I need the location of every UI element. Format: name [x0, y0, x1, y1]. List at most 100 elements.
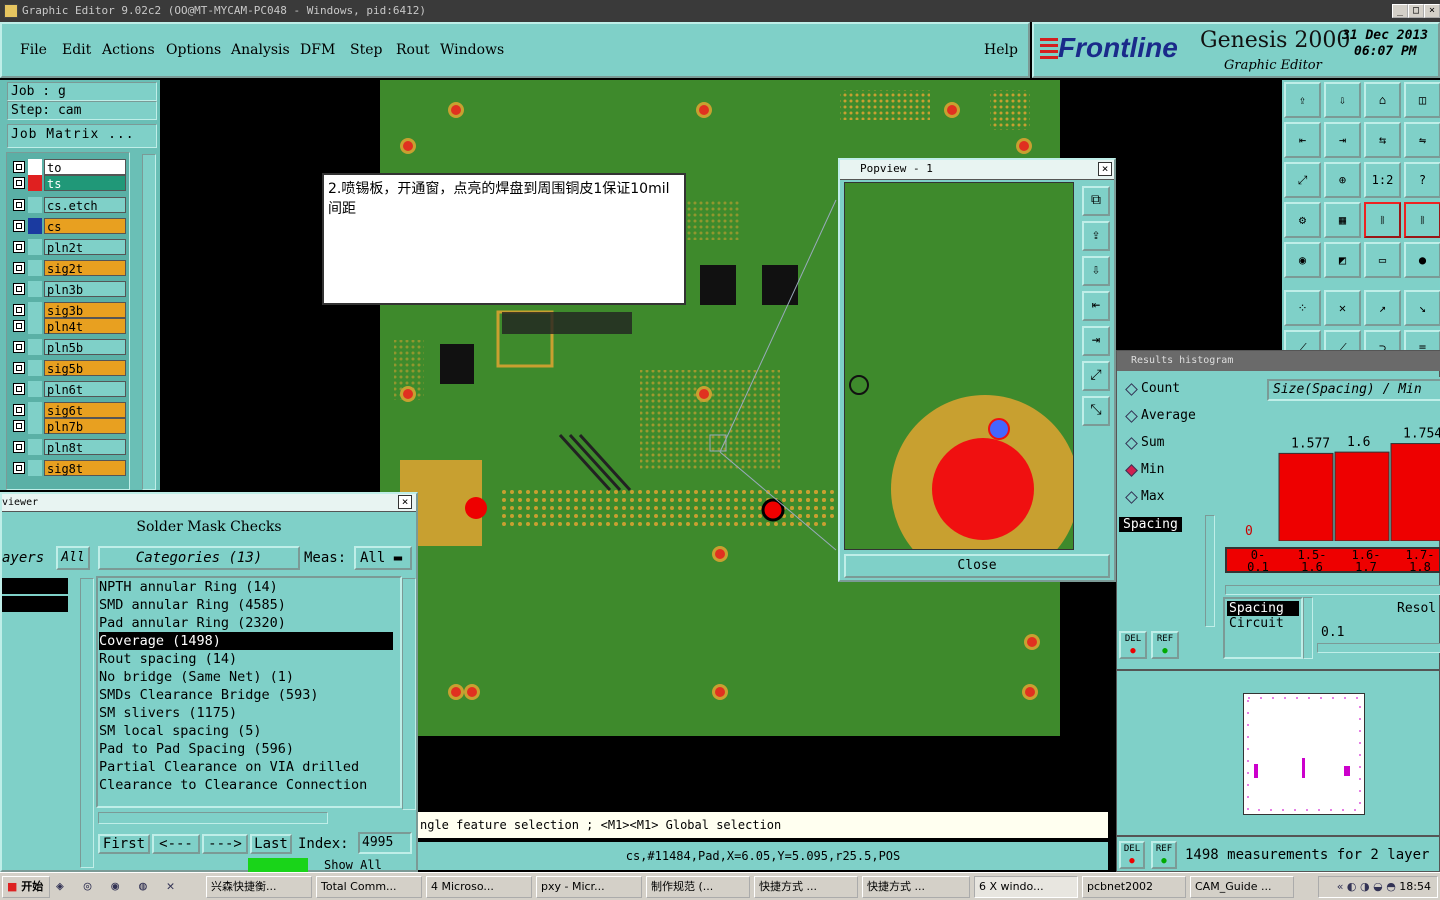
tool-9-icon[interactable]: ⤢	[1284, 162, 1321, 198]
popview-tool-2-icon[interactable]: ⇪	[1082, 221, 1110, 251]
popview-zoom-view[interactable]	[844, 182, 1074, 550]
layer-color-swatch[interactable]	[28, 339, 42, 355]
histogram-hscroll[interactable]	[1225, 585, 1440, 595]
next-button[interactable]: --->	[202, 834, 248, 854]
type-scrollbar[interactable]	[1303, 597, 1313, 659]
layer-row-sig8t[interactable]: sig8t	[10, 459, 128, 477]
meas-select[interactable]: All ▬	[354, 546, 412, 570]
taskbar-item[interactable]: pxy - Micr...	[536, 876, 642, 898]
popview-tool-3-icon[interactable]: ⇩	[1082, 256, 1110, 286]
taskbar-item[interactable]: 制作规范 (...	[646, 876, 750, 898]
category-item[interactable]: Pad annular Ring (2320)	[99, 614, 399, 632]
layer-color-swatch[interactable]	[28, 197, 42, 213]
menu-edit[interactable]: Edit	[62, 42, 91, 58]
layer-row-pln8t[interactable]: pln8t	[10, 438, 128, 456]
layer-color-swatch[interactable]	[28, 381, 42, 397]
layer-row-pln6t[interactable]: pln6t	[10, 380, 128, 398]
layer-name[interactable]: sig5b	[44, 360, 126, 376]
layer-name[interactable]: to	[44, 159, 126, 175]
del-button[interactable]: DEL ●	[1119, 631, 1147, 659]
tool-8-icon[interactable]: ⇋	[1404, 122, 1440, 158]
category-item[interactable]: No bridge (Same Net) (1)	[99, 668, 399, 686]
tool-11-icon[interactable]: 1:2	[1364, 162, 1401, 198]
layer-color-swatch[interactable]	[28, 159, 42, 175]
layer-row-pln7b[interactable]: pln7b	[10, 417, 128, 435]
layer-checkbox[interactable]	[13, 161, 25, 173]
category-item[interactable]: Clearance to Clearance Connection	[99, 776, 399, 794]
layer-color-swatch[interactable]	[28, 460, 42, 476]
layer-color-swatch[interactable]	[28, 402, 42, 418]
category-item[interactable]: Rout spacing (14)	[99, 650, 399, 668]
layer-row-pln4t[interactable]: pln4t	[10, 317, 128, 335]
tool-14-icon[interactable]: ▦	[1324, 202, 1361, 238]
tool-15-icon[interactable]: ⧚	[1364, 202, 1401, 238]
tool-6-icon[interactable]: ⇥	[1324, 122, 1361, 158]
measure-ref-button[interactable]: REF ●	[1151, 841, 1177, 869]
menu-step[interactable]: Step	[350, 42, 382, 58]
layer-row-selected[interactable]	[2, 596, 68, 612]
layer-row-selected[interactable]	[2, 578, 68, 594]
layer-color-swatch[interactable]	[28, 418, 42, 434]
tool-2-icon[interactable]: ⇩	[1324, 82, 1361, 118]
taskbar-item[interactable]: 6 X windo...	[974, 876, 1078, 898]
menu-options[interactable]: Options	[166, 42, 221, 58]
layer-name[interactable]: cs	[44, 218, 126, 234]
layer-checkbox[interactable]	[13, 283, 25, 295]
tool-5-icon[interactable]: ⇤	[1284, 122, 1321, 158]
layer-name[interactable]: ts	[44, 175, 126, 191]
tool-21-icon[interactable]: ⁘	[1284, 290, 1321, 326]
layer-checkbox[interactable]	[13, 383, 25, 395]
tool-16-icon[interactable]: ⧚	[1404, 202, 1440, 238]
mode-radio-sum[interactable]: Sum	[1123, 433, 1164, 453]
popview-close-button[interactable]: Close	[844, 554, 1110, 578]
layer-row-cs[interactable]: cs	[10, 217, 128, 235]
layer-row-pln3b[interactable]: pln3b	[10, 280, 128, 298]
first-button[interactable]: First	[98, 834, 150, 854]
show-all-toggle[interactable]: Show All	[324, 858, 382, 872]
layer-color-swatch[interactable]	[28, 318, 42, 334]
last-button[interactable]: Last	[250, 834, 292, 854]
tool-7-icon[interactable]: ⇆	[1364, 122, 1401, 158]
tool-12-icon[interactable]: ?	[1404, 162, 1440, 198]
layer-row-pln2t[interactable]: pln2t	[10, 238, 128, 256]
layer-checkbox[interactable]	[13, 404, 25, 416]
tool-20-icon[interactable]: ●	[1404, 242, 1440, 278]
category-item[interactable]: SMD annular Ring (4585)	[99, 596, 399, 614]
layer-row-cs.etch[interactable]: cs.etch	[10, 196, 128, 214]
category-item[interactable]: SM slivers (1175)	[99, 704, 399, 722]
measure-del-button[interactable]: DEL ●	[1119, 841, 1145, 869]
popview-tool-6-icon[interactable]: ⤢	[1082, 361, 1110, 391]
tool-19-icon[interactable]: ▭	[1364, 242, 1401, 278]
layers-scrollbar[interactable]	[80, 578, 94, 868]
bin-label[interactable]: 1.6- 1.7	[1341, 549, 1391, 573]
type-spacing[interactable]: Spacing	[1227, 601, 1299, 616]
category-item[interactable]: Partial Clearance on VIA drilled	[99, 758, 399, 776]
menu-dfm[interactable]: DFM	[300, 42, 335, 58]
type-circuit[interactable]: Circuit	[1227, 616, 1299, 631]
ref-button[interactable]: REF ●	[1151, 631, 1179, 659]
layer-color-swatch[interactable]	[28, 239, 42, 255]
layer-color-swatch[interactable]	[28, 260, 42, 276]
layer-checkbox[interactable]	[13, 320, 25, 332]
taskbar-item[interactable]: 兴森快捷衡...	[206, 876, 312, 898]
tool-22-icon[interactable]: ✕	[1324, 290, 1361, 326]
list-top-item[interactable]: Spacing	[1119, 517, 1182, 532]
layer-name[interactable]: sig6t	[44, 402, 126, 418]
taskbar-item[interactable]: Total Comm...	[316, 876, 422, 898]
tool-10-icon[interactable]: ⊕	[1324, 162, 1361, 198]
index-input[interactable]: 4995	[358, 832, 412, 854]
bin-label[interactable]: 1.5- 1.6	[1287, 549, 1337, 573]
layer-checkbox[interactable]	[13, 341, 25, 353]
menu-rout[interactable]: Rout	[396, 42, 430, 58]
minimize-button[interactable]: _	[1392, 4, 1408, 18]
layer-name[interactable]: pln4t	[44, 318, 126, 334]
layer-color-swatch[interactable]	[28, 302, 42, 318]
layer-color-swatch[interactable]	[28, 218, 42, 234]
layer-checkbox[interactable]	[13, 304, 25, 316]
layer-color-swatch[interactable]	[28, 175, 42, 191]
layer-row-sig2t[interactable]: sig2t	[10, 259, 128, 277]
popview-tool-7-icon[interactable]: ⤡	[1082, 396, 1110, 426]
menu-windows[interactable]: Windows	[440, 42, 504, 58]
popview-tool-1-icon[interactable]: ⧉	[1082, 186, 1110, 216]
layer-name[interactable]: pln2t	[44, 239, 126, 255]
